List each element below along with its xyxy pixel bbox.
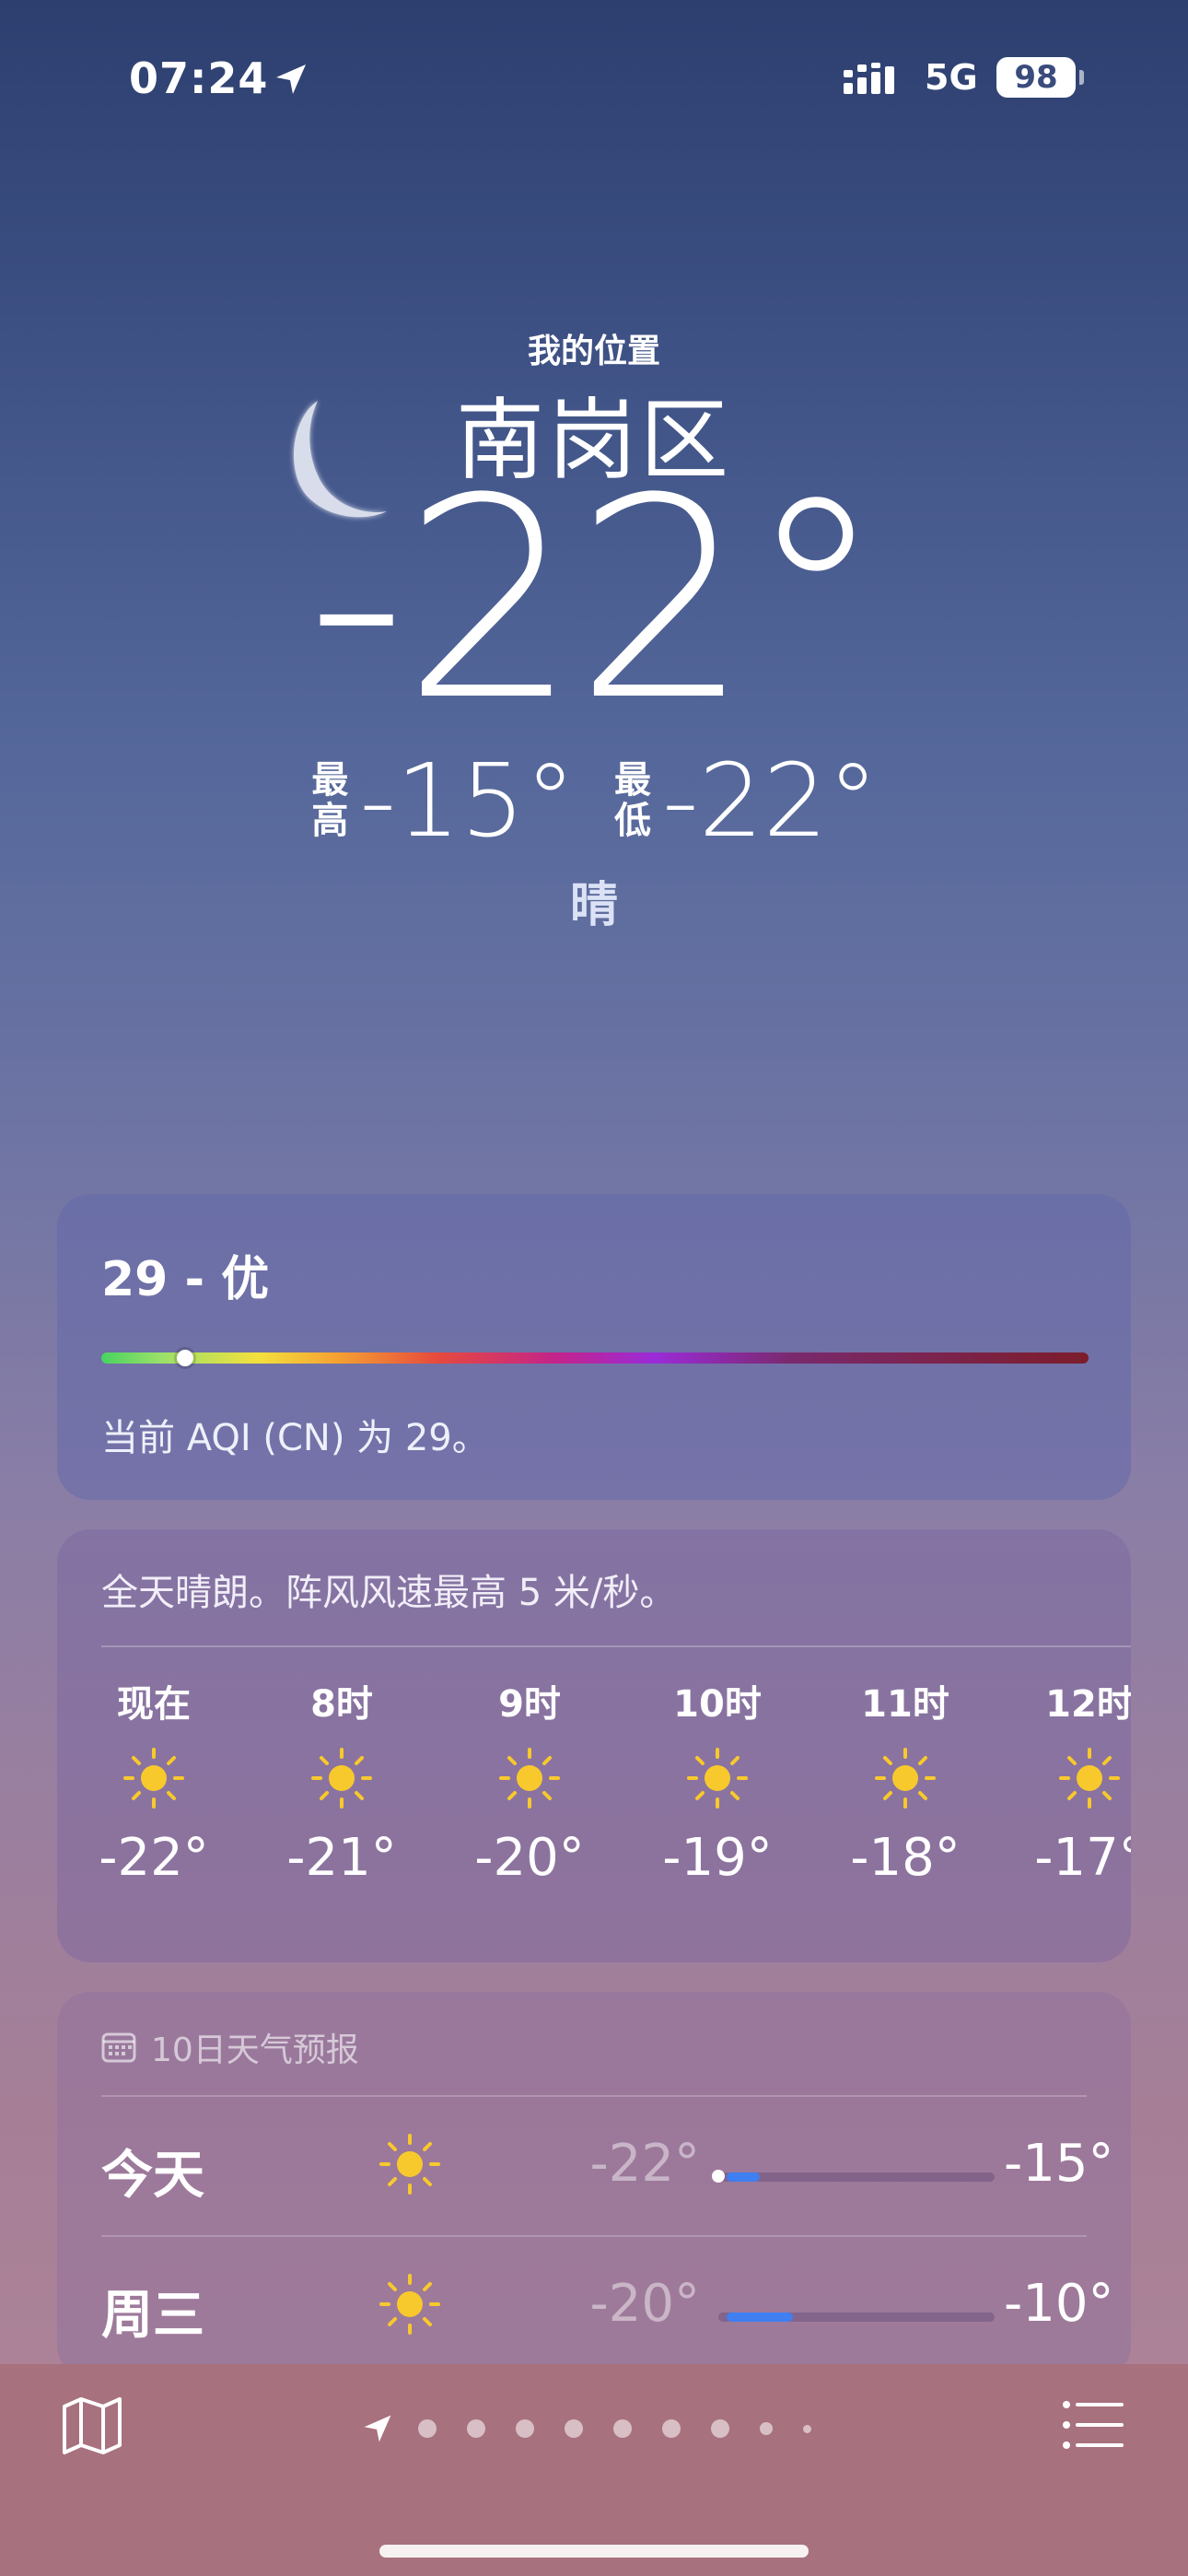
calendar-icon <box>101 2032 136 2063</box>
sun-icon <box>499 1748 560 1809</box>
hour-item: 10时 -19° <box>648 1677 786 1888</box>
hour-temp: -17° <box>1034 1828 1131 1888</box>
day-low-temp: -20° <box>589 2274 700 2334</box>
page-dot <box>467 2419 485 2438</box>
temp-range-fill <box>727 2313 793 2322</box>
sun-icon <box>1059 1748 1120 1809</box>
cellular-signal-icon <box>844 63 894 94</box>
day-row-1[interactable]: 周三 -20° -10° <box>101 2237 1113 2375</box>
hour-label: 9时 <box>498 1683 561 1726</box>
day-name: 今天 <box>101 2146 204 2206</box>
hour-label: 10时 <box>673 1683 762 1726</box>
bottom-toolbar <box>0 2364 1188 2576</box>
low-label: 最低 <box>614 759 651 842</box>
hour-item: 8时 -21° <box>273 1677 411 1888</box>
page-dot <box>662 2419 681 2438</box>
day-name: 周三 <box>101 2286 204 2346</box>
daily-title: 10日天气预报 <box>151 2032 359 2069</box>
hour-item: 11时 -18° <box>836 1677 974 1888</box>
hour-label: 8时 <box>310 1683 373 1726</box>
temp-range-track <box>718 2313 995 2322</box>
sun-icon <box>123 1748 184 1809</box>
current-temp-dot <box>712 2170 725 2183</box>
status-bar: 07:24 5G 98 <box>0 53 1188 109</box>
hour-temp: -22° <box>99 1828 209 1888</box>
my-location-label: 我的位置 <box>527 333 660 370</box>
air-quality-card[interactable]: 29 - 优 当前 AQI (CN) 为 29。 <box>57 1194 1131 1500</box>
page-dot <box>418 2419 437 2438</box>
hour-item: 9时 -20° <box>460 1677 599 1888</box>
sun-icon <box>379 2134 440 2195</box>
hour-temp: -21° <box>286 1828 397 1888</box>
page-indicator[interactable] <box>361 2410 842 2447</box>
hour-temp: -18° <box>850 1828 961 1888</box>
page-dot <box>565 2419 583 2438</box>
daily-header: 10日天气预报 <box>101 2023 359 2071</box>
page-dot <box>516 2419 534 2438</box>
hour-item: 现在 -22° <box>85 1677 223 1888</box>
high-temperature: -15° <box>359 742 576 860</box>
hour-label: 11时 <box>861 1683 949 1726</box>
hour-label: 12时 <box>1045 1683 1131 1726</box>
hourly-forecast-card[interactable]: 全天晴朗。阵风风速最高 5 米/秒。 现在 -22° 8时 -21° 9时 -2… <box>57 1529 1131 1962</box>
day-low-temp: -22° <box>589 2134 700 2194</box>
location-arrow-icon <box>276 64 306 94</box>
current-temperature: -22° <box>307 439 885 761</box>
weather-condition: 晴 <box>569 878 618 933</box>
high-label: 最高 <box>311 759 349 842</box>
hour-temp: -20° <box>474 1828 585 1888</box>
battery-indicator: 98 <box>996 57 1076 98</box>
divider <box>101 1645 1131 1647</box>
hour-label: 现在 <box>117 1683 191 1726</box>
aqi-indicator-dot <box>177 1350 194 1366</box>
battery-nub <box>1079 70 1084 85</box>
current-location-page-icon <box>364 2415 391 2442</box>
high-low-temps: 最高 -15° 最低 -22° <box>0 742 1188 860</box>
aqi-description: 当前 AQI (CN) 为 29。 <box>101 1417 489 1459</box>
network-type: 5G <box>925 57 978 98</box>
hourly-list[interactable]: 现在 -22° 8时 -21° 9时 -20° 10时 -19° 11时 -18… <box>85 1677 1131 1953</box>
sun-icon <box>875 1748 936 1809</box>
day-row-0[interactable]: 今天 -22° -15° <box>101 2097 1113 2235</box>
page-dot <box>613 2419 632 2438</box>
aqi-title: 29 - 优 <box>101 1252 270 1307</box>
map-icon[interactable] <box>59 2392 125 2458</box>
day-high-temp: -15° <box>1004 2134 1114 2194</box>
sun-icon <box>311 1748 372 1809</box>
aqi-scale-bar <box>101 1350 1089 1366</box>
temp-range-fill <box>727 2172 760 2182</box>
home-indicator[interactable] <box>379 2545 809 2558</box>
day-high-temp: -10° <box>1004 2274 1114 2334</box>
hour-temp: -19° <box>662 1828 773 1888</box>
page-dot <box>760 2422 773 2435</box>
low-temperature: -22° <box>662 742 879 860</box>
ten-day-forecast-card[interactable]: 10日天气预报 今天 -22° -15° 周三 -20° -10° <box>57 1992 1131 2379</box>
page-dot <box>711 2419 729 2438</box>
sun-icon <box>379 2274 440 2335</box>
page-dot <box>803 2424 811 2433</box>
hour-item: 12时 -17° <box>1020 1677 1131 1888</box>
sun-icon <box>687 1748 748 1809</box>
list-icon[interactable] <box>1061 2397 1125 2453</box>
hourly-summary: 全天晴朗。阵风风速最高 5 米/秒。 <box>101 1572 677 1614</box>
status-time: 07:24 <box>129 53 269 103</box>
temp-range-track <box>712 2170 995 2183</box>
